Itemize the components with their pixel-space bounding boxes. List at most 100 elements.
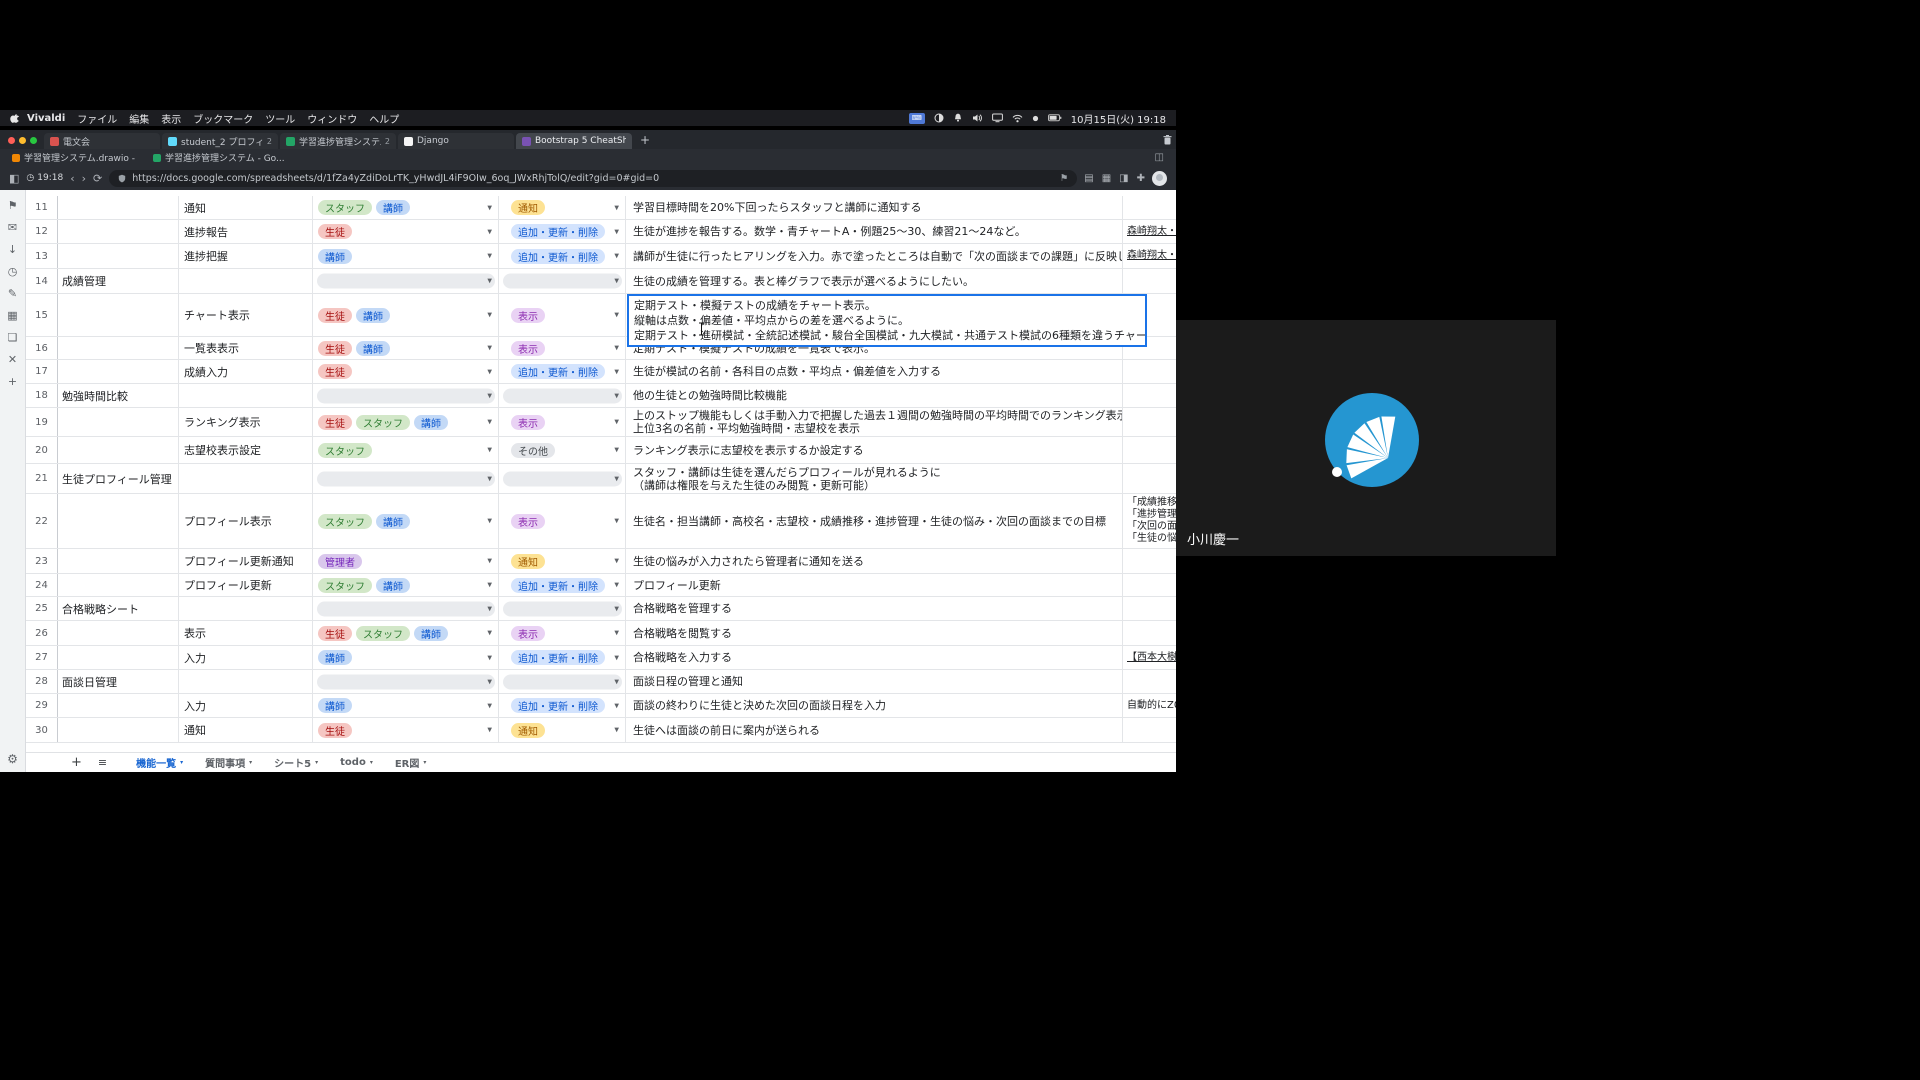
cell-note[interactable] [1123,269,1176,293]
extensions-icon[interactable]: ✚ [1137,173,1145,184]
cell-feature[interactable] [179,384,313,407]
row-number[interactable]: 23 [26,549,58,573]
screen-mirroring-icon[interactable] [934,113,944,123]
cell-action[interactable]: 追加・更新・削除▼ [499,694,626,717]
forward-button[interactable]: › [82,173,86,184]
cell-note[interactable]: 自動的にZ0 [1123,694,1176,717]
cell-description[interactable]: ランキング表示に志望校を表示するか設定する [626,437,1123,463]
menubar-item[interactable]: ツール [265,111,295,126]
sheet-tab-arrow-icon[interactable]: ▾ [180,759,183,766]
cell-feature[interactable]: 入力 [179,646,313,669]
cell-action[interactable]: ▼ [499,384,626,407]
participant-video-tile[interactable]: 小川慶一 [1176,320,1556,556]
cell-roles[interactable]: スタッフ講師▼ [313,494,499,548]
action-chip[interactable]: 追加・更新・削除 [511,364,605,379]
dropdown-arrow-icon[interactable]: ▼ [614,392,619,399]
cell-feature[interactable]: 通知 [179,718,313,742]
role-chip[interactable]: 講師 [318,249,352,264]
dropdown-arrow-icon[interactable]: ▼ [614,654,619,661]
dropdown-arrow-icon[interactable]: ▼ [487,518,492,525]
cell-section[interactable] [58,718,179,742]
row-number[interactable]: 11 [26,196,58,219]
display-icon[interactable] [992,113,1003,123]
reading-list-icon[interactable]: ▤ [1084,173,1093,184]
menubar-item[interactable]: ウィンドウ [307,111,357,126]
settings-gear-icon[interactable]: ⚙ [7,752,18,766]
cell-note[interactable] [1123,464,1176,493]
cell-section[interactable]: 成績管理 [58,269,179,293]
row-number[interactable]: 12 [26,220,58,243]
bookmark-folder-icon[interactable]: ◫ [1155,152,1164,163]
cell-feature[interactable]: ランキング表示 [179,408,313,436]
capture-icon[interactable]: ◨ [1119,173,1128,184]
sheet-tab[interactable]: todo▾ [329,753,384,772]
dropdown-arrow-icon[interactable]: ▼ [614,447,619,454]
menubar-item[interactable]: 表示 [161,111,181,126]
cell-roles[interactable]: スタッフ講師▼ [313,574,499,596]
cell-roles[interactable]: スタッフ▼ [313,437,499,463]
cell-note[interactable] [1123,384,1176,407]
cell-note[interactable] [1123,196,1176,219]
cell-action[interactable]: 表示▼ [499,621,626,645]
menubar-item[interactable]: ブックマーク [193,111,253,126]
dropdown-arrow-icon[interactable]: ▼ [614,582,619,589]
row-number[interactable]: 13 [26,244,58,268]
add-panel-icon[interactable]: + [8,376,17,387]
empty-dropdown[interactable] [317,274,495,289]
dropdown-arrow-icon[interactable]: ▼ [487,630,492,637]
cell-action[interactable]: 追加・更新・削除▼ [499,220,626,243]
role-chip[interactable]: 生徒 [318,626,352,641]
volume-icon[interactable] [972,113,983,123]
cell-section[interactable] [58,574,179,596]
cell-section[interactable] [58,549,179,573]
back-button[interactable]: ‹ [70,173,74,184]
new-tab-button[interactable]: + [640,133,650,147]
cell-section[interactable] [58,621,179,645]
close-window-icon[interactable] [8,137,15,144]
cell-roles[interactable]: 生徒▼ [313,718,499,742]
dropdown-arrow-icon[interactable]: ▼ [487,475,492,482]
sheet-tab[interactable]: ER図▾ [384,753,438,772]
role-chip[interactable]: 管理者 [318,554,362,569]
cell-section[interactable]: 面談日管理 [58,670,179,693]
action-chip[interactable]: 通知 [511,723,545,738]
windows-icon[interactable]: ▦ [7,310,17,321]
cell-description[interactable]: 合格戦略を管理する [626,597,1123,620]
dropdown-arrow-icon[interactable]: ▼ [614,253,619,260]
cell-description[interactable]: プロフィール更新 [626,574,1123,596]
cell-note[interactable] [1123,670,1176,693]
role-chip[interactable]: 講師 [376,200,410,215]
dropdown-arrow-icon[interactable]: ▼ [487,228,492,235]
notes-icon[interactable]: ✎ [8,288,17,299]
cell-feature[interactable]: 一覧表表示 [179,337,313,359]
action-chip[interactable]: 表示 [511,341,545,356]
dropdown-arrow-icon[interactable]: ▼ [487,582,492,589]
mail-icon[interactable]: ✉ [8,222,17,233]
action-chip[interactable]: 表示 [511,415,545,430]
chat-icon[interactable]: ❏ [8,332,18,343]
empty-dropdown[interactable] [503,674,622,689]
role-chip[interactable]: 講師 [356,341,390,356]
browser-tab[interactable]: 学習進捗管理システム2 [280,133,396,149]
cell-roles[interactable]: ▼ [313,464,499,493]
empty-dropdown[interactable] [503,274,622,289]
cell-action[interactable]: その他▼ [499,437,626,463]
cell-action[interactable]: ▼ [499,269,626,293]
action-chip[interactable]: 表示 [511,514,545,529]
dropdown-arrow-icon[interactable]: ▼ [487,678,492,685]
cell-feature[interactable]: 進捗報告 [179,220,313,243]
cell-feature[interactable]: 通知 [179,196,313,219]
history-icon[interactable]: ◷ [8,266,18,277]
action-chip[interactable]: 表示 [511,308,545,323]
wifi-icon[interactable] [1012,114,1023,123]
cell-section[interactable] [58,220,179,243]
dropdown-arrow-icon[interactable]: ▼ [487,605,492,612]
input-source-icon[interactable]: ⌨ [909,113,925,124]
row-number[interactable]: 17 [26,360,58,383]
cell-action[interactable]: ▼ [499,464,626,493]
add-sheet-button[interactable]: + [71,755,82,770]
sheet-tab-arrow-icon[interactable]: ▾ [423,759,426,766]
action-chip[interactable]: 追加・更新・削除 [511,249,605,264]
row-number[interactable]: 26 [26,621,58,645]
row-number[interactable]: 22 [26,494,58,548]
